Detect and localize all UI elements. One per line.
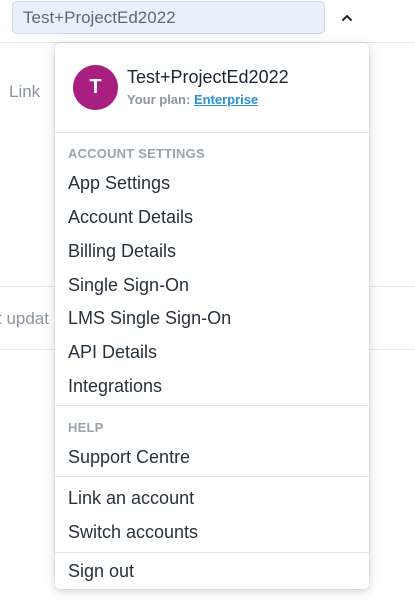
plan-label: Your plan:	[127, 92, 191, 107]
menu-item-account-details[interactable]: Account Details	[68, 207, 193, 228]
divider	[55, 132, 369, 133]
page: Test+ProjectEd2022 Link t updat T Test+P…	[0, 0, 415, 603]
menu-item-integrations[interactable]: Integrations	[68, 376, 162, 397]
avatar: T	[73, 65, 118, 110]
menu-item-lms-single-sign-on[interactable]: LMS Single Sign-On	[68, 308, 231, 329]
menu-item-sign-out[interactable]: Sign out	[68, 561, 134, 582]
menu-item-link-an-account[interactable]: Link an account	[68, 488, 194, 509]
profile-section: T Test+ProjectEd2022 Your plan: Enterpri…	[55, 43, 369, 132]
menu-item-billing-details[interactable]: Billing Details	[68, 241, 176, 262]
background-link-text[interactable]: Link	[9, 82, 40, 102]
plan-link[interactable]: Enterprise	[194, 92, 258, 107]
menu-item-single-sign-on[interactable]: Single Sign-On	[68, 275, 189, 296]
menu-item-api-details[interactable]: API Details	[68, 342, 157, 363]
chevron-up-icon[interactable]	[339, 10, 355, 26]
profile-name: Test+ProjectEd2022	[127, 67, 289, 87]
menu-item-switch-accounts[interactable]: Switch accounts	[68, 522, 198, 543]
menu-item-app-settings[interactable]: App Settings	[68, 173, 170, 194]
menu-item-support-centre[interactable]: Support Centre	[68, 447, 190, 468]
background-updated-text: t updat	[0, 309, 49, 328]
divider	[55, 405, 369, 406]
divider	[55, 476, 369, 477]
account-dropdown-menu: T Test+ProjectEd2022 Your plan: Enterpri…	[55, 43, 369, 589]
chevron-up-icon-svg	[342, 15, 352, 21]
help-header: HELP	[68, 420, 104, 435]
account-settings-header: ACCOUNT SETTINGS	[68, 146, 205, 161]
account-select[interactable]: Test+ProjectEd2022	[12, 1, 325, 34]
divider	[55, 552, 369, 553]
plan-info: Your plan: Enterprise	[127, 92, 258, 107]
